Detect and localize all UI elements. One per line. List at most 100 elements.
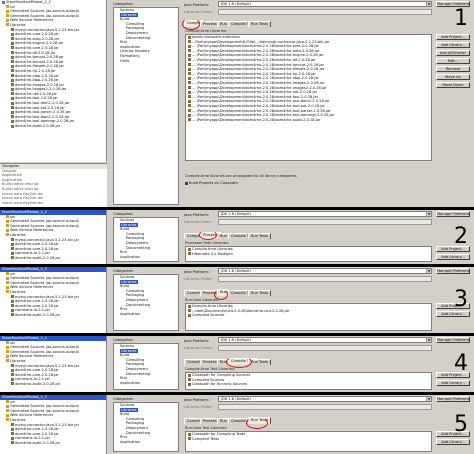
library-entry[interactable]: Compiled Sources [186,313,431,318]
java-platform-select[interactable]: JDK 1.6 (Default) ▼ [218,396,432,402]
jar-icon [11,238,14,242]
libraries-folder-field [218,345,432,351]
highlight-circle [246,417,268,429]
folder-icon [6,359,9,363]
move-down-button[interactable]: Move Down [436,82,470,88]
chevron-down-icon[interactable]: ▼ [426,338,431,342]
build-projects-checkbox[interactable]: Build Projects on Classpath [185,181,238,185]
categories-tree[interactable]: Sources Libraries Build Compiling Packaging D… [113,274,179,331]
remove-button[interactable]: Remove [436,66,470,72]
jar-icon [11,124,14,128]
folder-icon [6,23,9,27]
folder-icon [6,350,9,354]
java-platform-select[interactable]: JDK 1.6 (Default) ▼ [218,1,432,7]
categories-tree[interactable]: Sources Libraries Build Compiling Packaging D… [113,343,179,390]
project-tree[interactable]: StoreMonitorMRobot_2_2 src Generated Sour… [0,0,107,162]
jar-icon [11,304,14,308]
folder-icon [6,400,9,404]
category-application[interactable]: Application [114,312,178,317]
project-tree[interactable]: StoreMonitorMRobot_2_2 src Generated Sourc… [0,267,107,333]
library-entry[interactable]: Hibernate 4.x Modlgen [186,252,431,257]
libraries-folder-field [218,9,432,15]
tab-run-tests[interactable]: Run Tests [248,233,271,239]
libraries-label: Processor Path Libraries: [185,241,230,245]
compile-libraries-list[interactable]: javafx.classpath.extension ...Port\myapp\… [185,34,432,161]
edit-button[interactable]: Edit... [436,58,470,64]
panel-3: StoreMonitorMRobot_2_2 src Generated Sourc… [0,267,474,333]
add-jar-folder-button[interactable]: Add JAR/Folder [436,50,470,56]
project-tree[interactable]: StoreMonitorMRobot_2_2 src Generated Sourc… [0,336,107,392]
step-number-3: 3 [454,287,468,312]
project-properties-dialog: Categories: Sources Libraries Build Compilin… [110,210,474,264]
project-properties-dialog: Categories: Sources Libraries Build Compilin… [110,267,474,333]
navigator-panel: Navigator Fangate Applicative Applicative B… [0,163,107,207]
java-platform-select[interactable]: JDK 1.6 (Default) ▼ [218,211,432,217]
manage-platforms-button[interactable]: Manage Platforms... [436,337,470,343]
tab-run-tests[interactable]: Run Tests [248,21,271,27]
add-library-button[interactable]: Add Library... [436,380,470,386]
libraries-list[interactable]: Classpath for Compiling Tests Compiled Te… [185,431,432,452]
panel-1: StoreMonitorMRobot_2_2 src Generated Sour… [0,0,474,207]
tree-item[interactable]: dom4rhe-audit-2.0.28.jar [0,382,106,387]
tab-run-tests[interactable]: Run Tests [248,290,271,296]
library-entry[interactable]: Compiled Tests [186,437,431,442]
move-up-button[interactable]: Move Up [436,74,470,80]
jar-icon [11,101,14,105]
step-number-2: 2 [454,224,468,249]
project-properties-dialog: Categories: Sources Libraries Build Compilin… [110,336,474,392]
jar-icon [188,309,191,313]
libraries-folder-label: Libraries Folder: [184,220,213,224]
jar-icon [11,247,14,251]
tree-item[interactable]: dom4rhe-audit-2.0.28.jar [0,124,106,129]
jar-icon [188,432,191,436]
libraries-list[interactable]: Compile-time Libraries Hibernate 4.x Modl… [185,246,432,262]
libraries-list[interactable]: Classpath for Compiling Sources Compiled … [185,372,432,390]
chevron-down-icon[interactable]: ▼ [426,212,431,216]
panel-4: StoreMonitorMRobot_2_2 src Generated Sourc… [0,336,474,392]
java-platform-select[interactable]: JDK 1.6 (Default) ▼ [218,268,432,274]
category-application[interactable]: Application [114,440,178,445]
java-platform-label: Java Platform: [184,213,210,217]
manage-platforms-button[interactable]: Manage Platforms... [436,268,470,274]
manage-platforms-button[interactable]: Manage Platforms... [436,396,470,402]
project-tree[interactable]: StoreMonitorMRobot_2_2 src Generated Sourc… [0,210,107,264]
add-library-button[interactable]: Add Library... [436,439,470,445]
chevron-down-icon[interactable]: ▼ [426,269,431,273]
categories-tree[interactable]: Sources Libraries Build Compiling Packaging D… [113,7,179,205]
folder-icon [6,14,9,18]
tree-item[interactable]: dom4rhe-audit-2.0.28.jar [0,256,106,261]
add-project-button[interactable]: Add Project... [436,34,470,40]
java-platform-label: Java Platform: [184,3,210,7]
navigator-item[interactable]: check-auto-fixy2dir-dis [0,201,107,206]
libraries-list[interactable]: Compile-time Libraries ...dom\Documents\u… [185,303,432,331]
jar-icon [11,119,14,123]
chevron-down-icon[interactable]: ▼ [426,397,431,401]
category-application[interactable]: Application [114,255,178,260]
jar-icon [11,110,14,114]
library-entry[interactable]: ....\Port\myapp\Development\dom4rhe-2.0.… [186,118,431,123]
project-tree[interactable]: StoreMonitorMRobot_2_2 src Generated Sourc… [0,395,107,454]
category-application[interactable]: Application [114,381,178,386]
chevron-down-icon[interactable]: ▼ [426,2,431,6]
java-platform-label: Java Platform: [184,339,210,343]
jar-icon [11,32,14,36]
categories-tree[interactable]: Sources Libraries Build Compiling Packaging D… [113,402,179,452]
jar-icon [188,252,191,256]
categories-label: Categories: [113,2,134,6]
jar-icon [11,78,14,82]
manage-platforms-button[interactable]: Manage Platforms... [436,211,470,217]
jar-icon [188,35,191,39]
jar-icon [11,115,14,119]
folder-icon [6,413,9,417]
tree-item[interactable]: dom4rhe-audit-2.0.28.jar [0,313,106,318]
category-hints[interactable]: Hints [114,59,178,64]
jar-icon [188,86,191,90]
java-platform-select[interactable]: JDK 1.6 (Default) ▼ [218,337,432,343]
tree-item[interactable]: dom4rhe-audit-2.0.28.jar [0,441,106,446]
add-library-button[interactable]: Add Library... [436,42,470,48]
add-library-button[interactable]: Add Library... [436,254,470,260]
categories-tree[interactable]: Sources Libraries Build Compiling Packaging D… [113,217,179,262]
categories-label: Categories: [113,212,134,216]
jar-icon [188,99,191,103]
library-entry[interactable]: Classpath for Running Sources [186,382,431,387]
